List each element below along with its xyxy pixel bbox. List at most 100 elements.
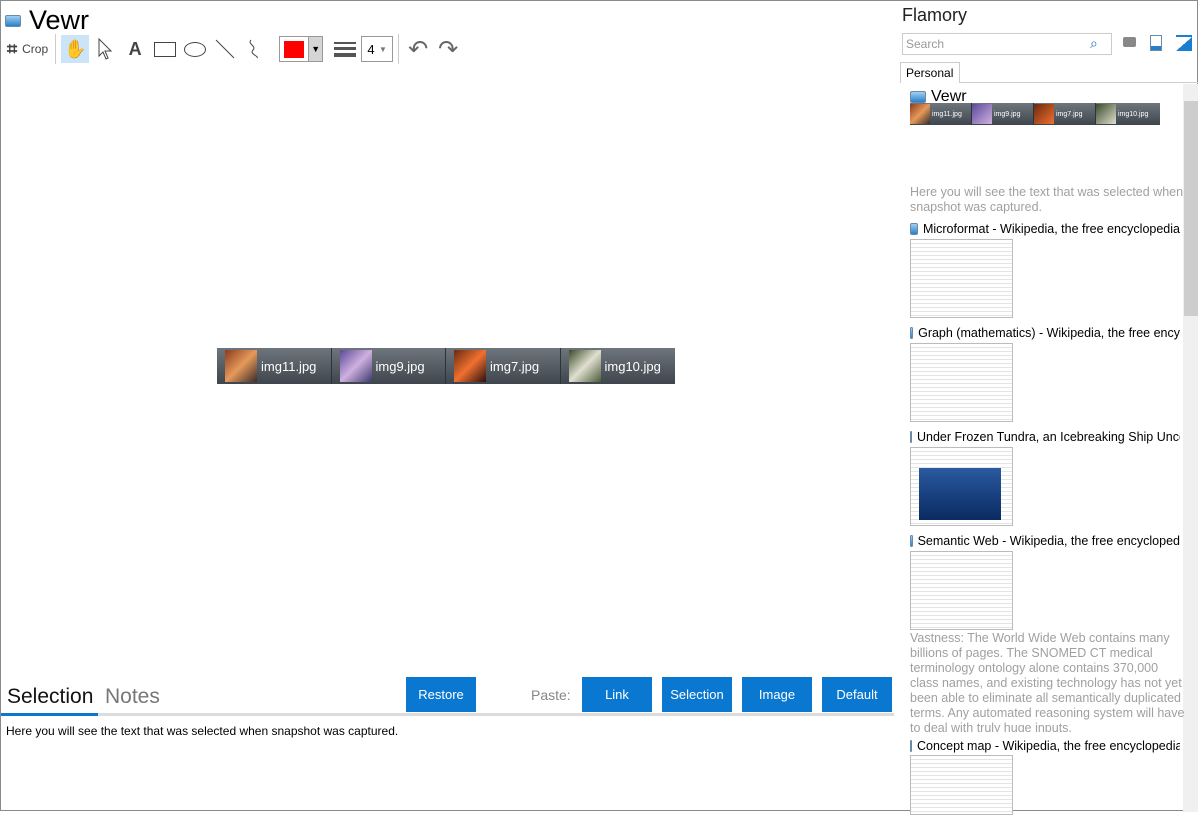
page-thumbnail[interactable] [910, 239, 1013, 318]
text-icon: A [128, 38, 142, 59]
search-input[interactable]: Search [902, 33, 1112, 55]
flamory-sidebar: Flamory Search ⌕ Personal Vewr img11.jpg… [894, 1, 1198, 815]
text-tool[interactable]: A [121, 35, 149, 63]
app-icon [910, 535, 913, 547]
list-item[interactable]: Concept map - Wikipedia, the free encycl… [910, 739, 1180, 753]
paste-selection-button[interactable]: Selection [662, 677, 732, 712]
entry-text: Here you will see the text that was sele… [910, 185, 1184, 214]
thumbnail [910, 104, 930, 124]
line-width-select[interactable]: 4 ▼ [361, 36, 394, 62]
undo-button[interactable]: ↶ [404, 35, 432, 63]
strip-item[interactable]: img9.jpg [332, 348, 446, 384]
page-thumbnail[interactable] [910, 755, 1013, 815]
list-item[interactable]: Microformat - Wikipedia, the free encycl… [910, 222, 1180, 236]
ellipse-tool[interactable] [181, 35, 209, 63]
search-icon[interactable]: ⌕ [1090, 35, 1098, 52]
redo-icon: ↷ [438, 35, 459, 63]
app-icon [910, 327, 914, 339]
divider [398, 34, 400, 64]
thumbnail [1096, 104, 1116, 124]
file-name: img7.jpg [490, 358, 540, 374]
pointer-icon [98, 38, 113, 60]
file-name: img10.jpg [1118, 110, 1149, 118]
divider [55, 34, 57, 64]
strip-item[interactable]: img10.jpg [561, 348, 676, 384]
freehand-icon [249, 39, 258, 59]
strip-item[interactable]: img7.jpg [446, 348, 561, 384]
image-strip: img11.jpg img9.jpg img7.jpg img10.jpg [217, 348, 675, 384]
thumbnail [454, 350, 486, 382]
list-item[interactable]: Under Frozen Tundra, an Icebreaking Ship… [910, 430, 1180, 444]
scrollbar[interactable] [1183, 84, 1198, 812]
app-title: Vewr [29, 5, 90, 35]
entry-text: Vastness: The World Wide Web contains ma… [910, 631, 1185, 732]
freehand-tool[interactable] [241, 35, 269, 63]
restore-button[interactable]: Restore [406, 677, 476, 712]
crop-button[interactable]: ⌗ Crop [7, 35, 48, 63]
mini-strip: img11.jpg img9.jpg img7.jpg img10.jpg [910, 103, 1160, 125]
entry-title: Concept map - Wikipedia, the free encycl… [917, 739, 1180, 753]
paste-image-button[interactable]: Image [742, 677, 812, 712]
file-name: img9.jpg [994, 110, 1021, 118]
file-name: img9.jpg [375, 358, 425, 374]
file-name: img11.jpg [261, 358, 317, 374]
strip-item[interactable]: img11.jpg [217, 348, 332, 384]
hand-icon: ✋ [63, 38, 87, 59]
tab-personal[interactable]: Personal [900, 62, 960, 83]
strip-item: img9.jpg [972, 103, 1034, 125]
pointer-tool[interactable] [91, 35, 119, 63]
redo-button[interactable]: ↷ [434, 35, 462, 63]
toolbar: ⌗ Crop ✋ A ▼ 4 ▼ ↶ ↷ [7, 34, 464, 64]
undo-icon: ↶ [408, 35, 429, 63]
sidebar-title: Flamory [902, 5, 968, 25]
list-item[interactable]: Graph (mathematics) - Wikipedia, the fre… [910, 326, 1180, 340]
hand-tool[interactable]: ✋ [61, 35, 90, 63]
strip-item: img10.jpg [1096, 103, 1158, 125]
crop-label: Crop [22, 42, 49, 56]
strip-item: img7.jpg [1034, 103, 1096, 125]
chevron-down-icon: ▼ [308, 37, 323, 61]
strip-item: img11.jpg [910, 103, 972, 125]
tab-notes[interactable]: Notes [105, 685, 160, 709]
active-tab-indicator [1, 713, 98, 716]
paste-link-button[interactable]: Link [582, 677, 652, 712]
ellipse-icon [184, 41, 207, 57]
page-thumbnail[interactable] [910, 447, 1013, 526]
crop-icon: ⌗ [7, 38, 18, 59]
file-name: img11.jpg [932, 110, 962, 118]
line-width-icon [331, 35, 359, 63]
entry-title: Under Frozen Tundra, an Icebreaking Ship… [917, 430, 1180, 444]
entry-title: Microformat - Wikipedia, the free encycl… [922, 222, 1180, 236]
thumbnail [1034, 104, 1054, 124]
line-tool[interactable] [211, 35, 239, 63]
thumbnail [568, 350, 601, 382]
app-icon [5, 14, 21, 27]
page-thumbnail[interactable] [910, 551, 1013, 630]
document-icon[interactable] [1150, 35, 1162, 51]
rectangle-tool[interactable] [151, 35, 179, 63]
paste-default-button[interactable]: Default [822, 677, 892, 712]
thumbnail [339, 350, 372, 382]
tab-selection[interactable]: Selection [7, 685, 93, 709]
file-name: img7.jpg [1056, 110, 1083, 118]
app-icon [910, 223, 918, 235]
thumbnail [225, 350, 257, 382]
camera-icon[interactable] [1123, 37, 1136, 47]
list-item[interactable]: Semantic Web - Wikipedia, the free encyc… [910, 534, 1180, 548]
chevron-down-icon: ▼ [379, 44, 387, 54]
page-thumbnail[interactable] [910, 343, 1013, 422]
color-picker[interactable]: ▼ [279, 36, 324, 62]
selection-text[interactable]: Here you will see the text that was sele… [6, 724, 398, 738]
entry-title: Semantic Web - Wikipedia, the free encyc… [917, 534, 1180, 548]
rectangle-icon [154, 41, 177, 57]
scrollbar-thumb[interactable] [1184, 101, 1198, 316]
thumbnail [972, 104, 992, 124]
color-swatch [284, 40, 305, 58]
line-width-value: 4 [367, 41, 375, 57]
app-icon [910, 431, 912, 443]
app-title-bar: Vewr [5, 5, 89, 36]
line-icon [215, 39, 235, 59]
collapse-top-icon[interactable] [1176, 35, 1192, 51]
app-icon [910, 91, 926, 103]
file-name: img10.jpg [604, 358, 661, 374]
